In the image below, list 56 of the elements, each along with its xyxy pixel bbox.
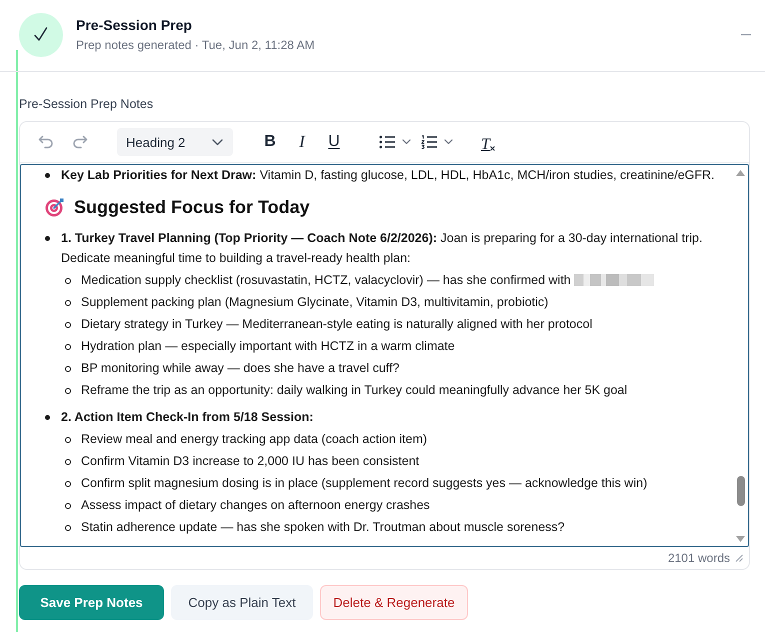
scroll-up-arrow-icon[interactable] — [736, 170, 745, 176]
redo-icon — [72, 135, 88, 149]
list-item-text: Confirm split magnesium dosing is in place (supplement record suggests yes — acknowledge this win) — [81, 475, 648, 492]
sub-bullet-icon — [65, 322, 71, 328]
sub-bullet-icon — [65, 366, 71, 372]
sub-bullet-icon — [65, 300, 71, 306]
minimize-icon[interactable] — [741, 34, 751, 36]
caret-icon — [444, 139, 453, 145]
sub-bullet-icon — [65, 480, 71, 486]
sub-bullet-icon — [65, 388, 71, 394]
bullet-list-icon — [379, 135, 396, 149]
clear-formatting-button[interactable]: T — [481, 130, 495, 154]
underline-button[interactable]: U — [325, 130, 343, 154]
resize-handle-icon[interactable] — [735, 554, 743, 562]
section-heading: Suggested Focus for Today — [74, 196, 310, 219]
sub-bullet-icon — [65, 502, 71, 508]
list-item-text: 1. Turkey Travel Planning (Top Priority — Coach Note 6/2/2026): Joan is preparing for a 30-day international trip. Dedicate meaningful time to building a travel-ready health plan: — [61, 230, 704, 267]
list-item-text: Assess impact of dietary changes on afternoon energy crashes — [81, 497, 430, 514]
target-icon — [45, 197, 65, 217]
list-item-text: 2. Action Item Check-In from 5/18 Session: — [61, 409, 314, 426]
list-item-text: Key Lab Priorities for Next Draw: Vitamin D, fasting glucose, LDL, HDL, HbA1c, MCH/iron studies, creatinine/eGFR. — [61, 167, 715, 184]
list-item-text: Review meal and energy tracking app data (coach action item) — [81, 431, 428, 448]
scrollbar-thumb[interactable] — [736, 476, 744, 506]
list-item-text: Hydration plan — especially important with HCTZ in a warm climate — [81, 338, 455, 355]
italic-button[interactable]: I — [293, 130, 311, 154]
copy-button[interactable]: Copy as Plain Text — [171, 585, 313, 620]
scroll-down-arrow-icon[interactable] — [736, 536, 745, 542]
step-title: Pre-Session Prep — [76, 16, 193, 34]
save-button[interactable]: Save Prep Notes — [19, 585, 164, 620]
numbered-list-icon — [421, 135, 438, 149]
sub-bullet-icon — [65, 458, 71, 464]
sub-bullet-icon — [65, 524, 71, 530]
word-count: 2101 words — [668, 551, 730, 565]
list-item-text: Statin adherence update — has she spoken with Dr. Troutman about muscle soreness? — [81, 519, 565, 536]
list-item-text: Dietary strategy in Turkey — Mediterranean-style eating is naturally aligned with her protocol — [81, 316, 592, 333]
chevron-down-icon — [212, 138, 223, 146]
bullet-icon — [45, 236, 50, 241]
sub-bullet-icon — [65, 344, 71, 350]
list-item-text: Supplement packing plan (Magnesium Glycinate, Vitamin D3, multivitamin, probiotic) — [81, 294, 548, 311]
list-item-text: Reframe the trip as an opportunity: daily walking in Turkey could meaningfully advance her 5K goal — [81, 382, 628, 399]
list-item-text: Confirm Vitamin D3 increase to 2,000 IU has been consistent — [81, 453, 420, 470]
caret-icon — [402, 139, 411, 145]
step-subtitle: Prep notes generated · Tue, Jun 2, 11:28 AM — [76, 37, 315, 53]
sub-bullet-icon — [65, 278, 71, 284]
block-format-select[interactable]: Heading 2 — [117, 128, 233, 156]
list-item-text: Medication supply checklist (rosuvastatin, HCTZ, valacyclovir) — has she confirmed with — [81, 272, 571, 289]
bold-button[interactable]: B — [261, 130, 279, 154]
bullet-icon — [45, 415, 50, 420]
x-mark-icon — [490, 146, 495, 151]
check-circle-icon — [19, 12, 63, 56]
list-item-text: BP monitoring while away — does she have a travel cuff? — [81, 360, 400, 377]
delete-button[interactable]: Delete & Regenerate — [320, 585, 468, 620]
undo-icon — [38, 135, 54, 149]
field-label: Pre-Session Prep Notes — [19, 96, 154, 112]
sub-bullet-icon — [65, 436, 71, 442]
bullet-icon — [45, 173, 50, 178]
